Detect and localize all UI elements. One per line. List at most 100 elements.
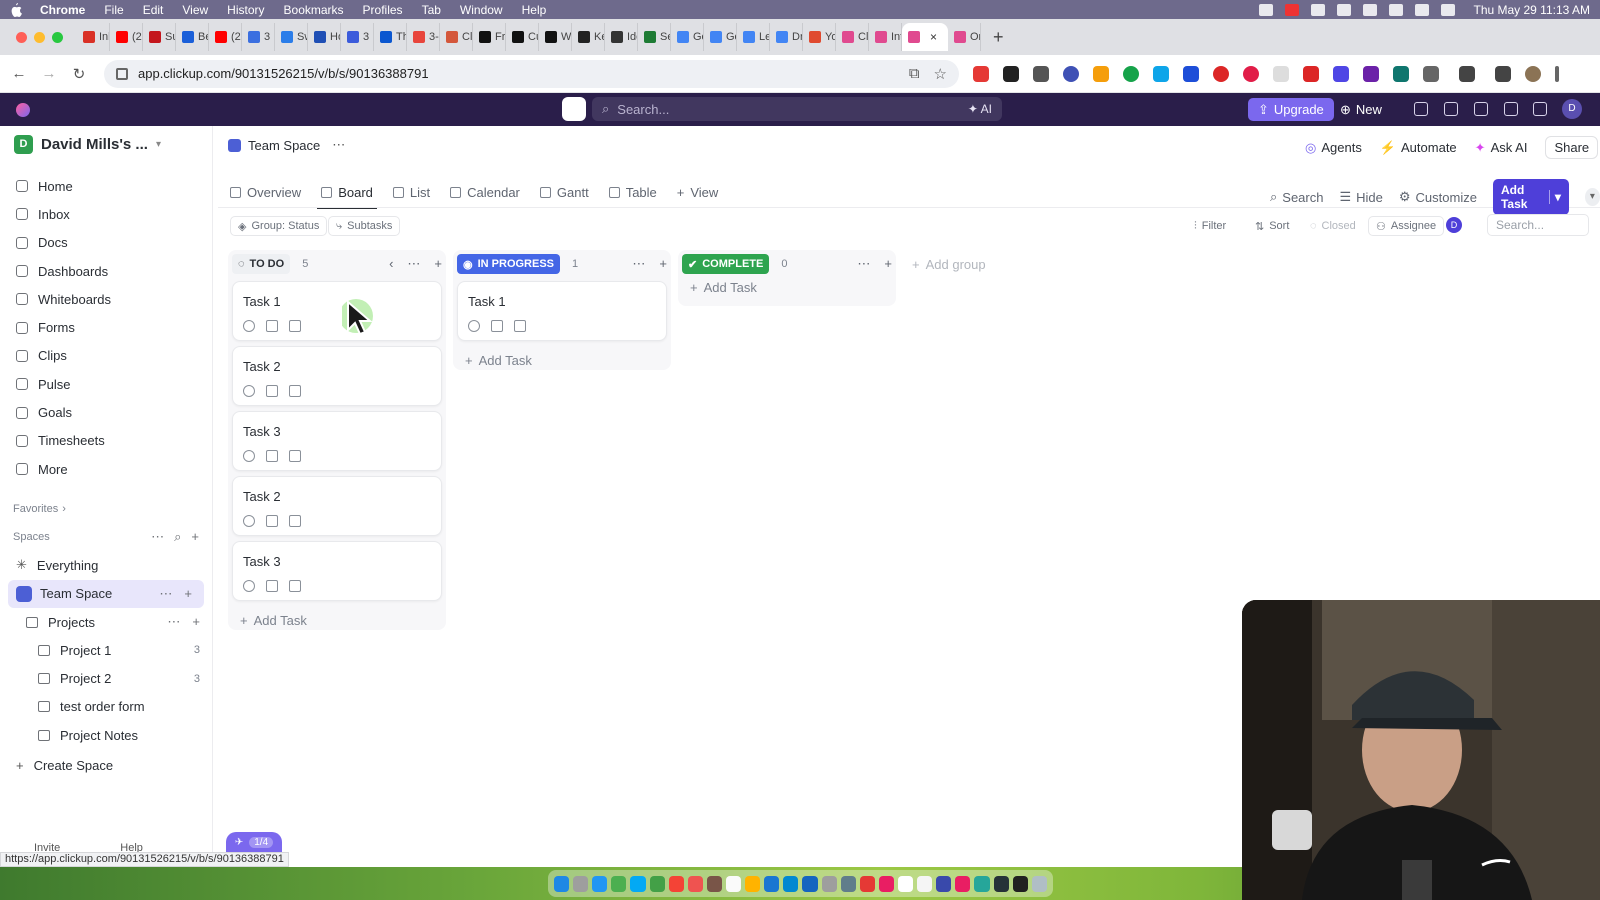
dock-app-icon[interactable]	[725, 875, 742, 892]
tab-calendar[interactable]: Calendar	[450, 176, 520, 208]
more-icon[interactable]: ⋯	[151, 529, 164, 545]
timer-icon[interactable]	[1474, 102, 1488, 116]
dock-app-icon[interactable]	[859, 875, 875, 892]
status-badge[interactable]: ✔ COMPLETE	[682, 254, 770, 274]
menu-help[interactable]: Help	[522, 3, 547, 17]
assignee-icon[interactable]	[243, 320, 255, 332]
browser-tab[interactable]: ×	[902, 23, 948, 51]
dock-app-icon[interactable]	[554, 875, 570, 892]
tab-list[interactable]: List	[392, 176, 430, 208]
browser-tab[interactable]: You	[803, 23, 836, 51]
due-date-icon[interactable]	[266, 580, 278, 592]
task-card[interactable]: Task 1	[232, 281, 442, 341]
dock-app-icon[interactable]	[611, 875, 627, 892]
minimize-window-icon[interactable]	[34, 31, 45, 43]
extension-icon[interactable]	[1123, 65, 1139, 82]
priority-flag-icon[interactable]	[289, 515, 301, 527]
hide-button[interactable]: ☰ Hide	[1339, 189, 1382, 205]
dock-app-icon[interactable]	[630, 875, 646, 892]
browser-tab[interactable]: Be	[176, 23, 209, 51]
tab-gantt[interactable]: Gantt	[539, 176, 589, 208]
menu-window[interactable]: Window	[460, 3, 503, 17]
forward-icon[interactable]: →	[38, 65, 60, 82]
breadcrumb-space[interactable]: Team Space	[248, 138, 320, 153]
task-title[interactable]: Task 1	[243, 294, 431, 309]
sidebar-item-home[interactable]: Home	[0, 172, 212, 200]
sidebar-item-projects[interactable]: Projects ⋯ +	[0, 608, 212, 636]
due-date-icon[interactable]	[266, 515, 278, 527]
add-view-button[interactable]: + View	[677, 176, 719, 208]
status-badge[interactable]: ◌ TO DO	[232, 254, 291, 274]
dock-app-icon[interactable]	[993, 875, 1009, 892]
create-space-button[interactable]: + Create Space	[0, 751, 212, 779]
filter-button[interactable]: ⫶ Filter	[1187, 216, 1233, 236]
favorites-section[interactable]: Favorites ›	[0, 495, 212, 523]
new-button[interactable]: ⊕ New	[1340, 98, 1382, 121]
add-task-link[interactable]: + Add Task	[457, 353, 667, 368]
browser-tab[interactable]: Wo	[539, 23, 572, 51]
browser-tab[interactable]: (27	[209, 23, 242, 51]
docs-icon[interactable]	[1444, 102, 1458, 116]
dock-app-icon[interactable]	[573, 875, 589, 892]
profile-avatar[interactable]	[1525, 65, 1541, 82]
task-card[interactable]: Task 2	[232, 346, 442, 406]
board-search-input[interactable]: Search...	[1487, 214, 1589, 236]
due-date-icon[interactable]	[266, 450, 278, 462]
address-url[interactable]: app.clickup.com/90131526215/v/b/s/901363…	[138, 66, 895, 81]
user-avatar[interactable]: D	[1562, 99, 1582, 119]
customize-button[interactable]: ⚙ Customize	[1399, 189, 1477, 205]
plus-icon[interactable]: +	[659, 256, 667, 272]
dock-app-icon[interactable]	[917, 875, 933, 892]
search-icon[interactable]	[1441, 3, 1456, 16]
task-card[interactable]: Task 1	[457, 281, 667, 341]
new-tab-button[interactable]: +	[993, 27, 1004, 48]
collapse-icon[interactable]: ‹	[389, 256, 393, 272]
browser-tab[interactable]: 3 II	[341, 23, 374, 51]
priority-flag-icon[interactable]	[289, 320, 301, 332]
task-card[interactable]: Task 2	[232, 476, 442, 536]
priority-flag-icon[interactable]	[514, 320, 526, 332]
reading-list-icon[interactable]	[1495, 65, 1511, 82]
task-title[interactable]: Task 1	[468, 294, 656, 309]
status-icon[interactable]	[1363, 3, 1378, 16]
dock-app-icon[interactable]	[821, 875, 837, 892]
sidebar-list-item[interactable]: test order form	[0, 693, 212, 721]
zoom-window-icon[interactable]	[52, 31, 63, 43]
sidebar-item-team-space[interactable]: Team Space ⋯ +	[8, 579, 204, 608]
browser-tab[interactable]: Cli	[836, 23, 869, 51]
assignee-icon[interactable]	[243, 450, 255, 462]
upgrade-button[interactable]: ⇪ Upgrade	[1248, 98, 1334, 121]
sidepanel-icon[interactable]	[1459, 65, 1475, 82]
browser-tab[interactable]: On	[948, 23, 981, 51]
sidebar-item-clips[interactable]: Clips	[0, 342, 212, 370]
sidebar-item-whiteboards[interactable]: Whiteboards	[0, 285, 212, 313]
extension-icon[interactable]	[1093, 65, 1109, 82]
dock-app-icon[interactable]	[687, 875, 703, 892]
add-group-button[interactable]: + Add group	[912, 257, 986, 272]
extension-icon[interactable]	[1243, 65, 1259, 82]
subtasks-button[interactable]: ⤷ Subtasks	[328, 216, 401, 236]
status-icon[interactable]	[1285, 3, 1300, 16]
global-search-input[interactable]: ⌕ Search... ✦ AI	[592, 97, 1002, 121]
ai-search-button[interactable]: ✦ AI	[968, 102, 992, 116]
sidebar-item-everything[interactable]: ✳ Everything	[0, 551, 212, 579]
plus-icon[interactable]: +	[191, 529, 199, 545]
plus-icon[interactable]: +	[434, 256, 442, 272]
browser-tab[interactable]: Ide	[605, 23, 638, 51]
dashboard-icon[interactable]	[1504, 102, 1518, 116]
back-icon[interactable]: ←	[8, 65, 30, 82]
collapse-header-button[interactable]: ▾	[1584, 188, 1600, 206]
workspace-switcher[interactable]: D David Mills's ... ▾	[0, 126, 212, 162]
browser-tab[interactable]: Se	[638, 23, 671, 51]
browser-tab[interactable]: Ge	[671, 23, 704, 51]
extensions-puzzle-icon[interactable]	[1423, 65, 1439, 82]
browser-tab[interactable]: 3 I	[242, 23, 275, 51]
dock-app-icon[interactable]	[592, 875, 608, 892]
extension-icon[interactable]	[1033, 65, 1049, 82]
dock-app-icon[interactable]	[955, 875, 971, 892]
ask-ai-button[interactable]: ✦ Ask AI	[1475, 140, 1528, 156]
more-icon[interactable]: ⋯	[167, 614, 180, 630]
browser-tab[interactable]: Inb	[77, 23, 110, 51]
more-icon[interactable]: ⋯	[407, 256, 420, 272]
close-window-icon[interactable]	[16, 31, 27, 43]
